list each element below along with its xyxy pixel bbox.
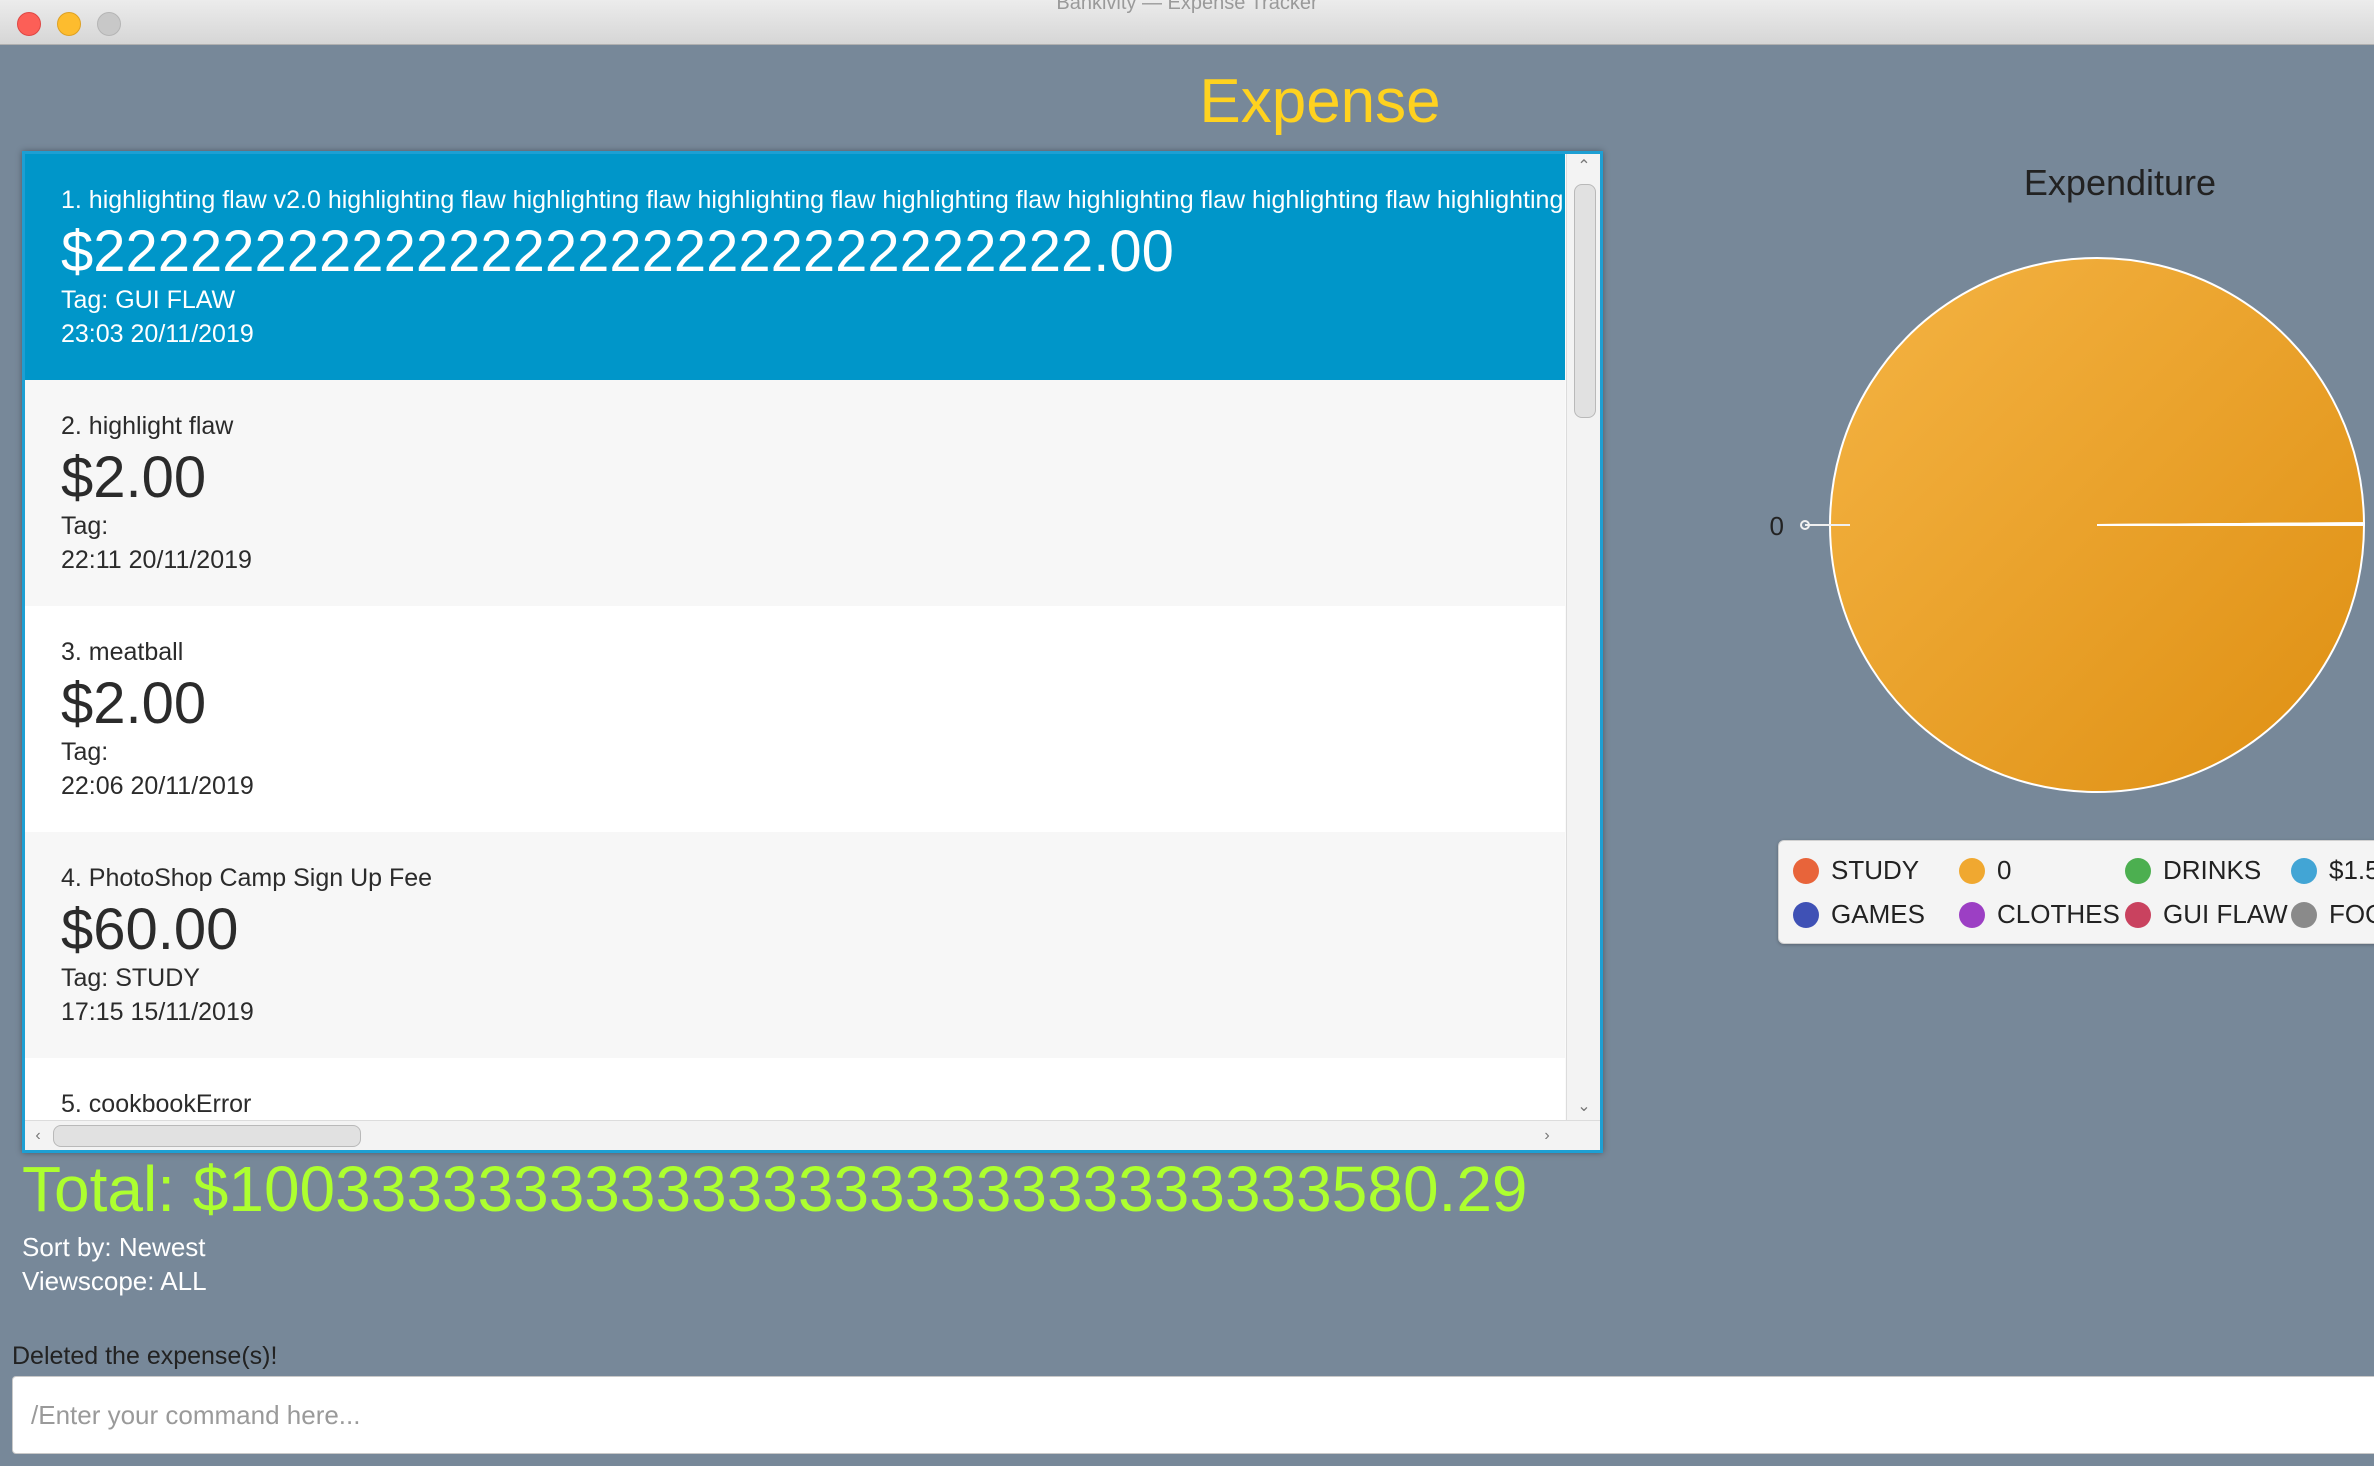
legend-dot (2125, 902, 2151, 928)
expense-tag: Tag: (61, 738, 109, 766)
expense-datetime: 17:15 15/11/2019 (61, 998, 254, 1026)
scroll-right-icon[interactable]: › (1534, 1121, 1560, 1150)
maximize-window-button[interactable] (97, 12, 121, 36)
expense-amount: $60.00 (61, 897, 239, 962)
expense-datetime: 22:06 20/11/2019 (61, 772, 254, 800)
legend-dot (1959, 858, 1985, 884)
command-input[interactable] (12, 1376, 2374, 1454)
expense-tag: Tag: STUDY (61, 964, 200, 992)
legend-label: DRINKS (2163, 855, 2262, 885)
expense-datetime: 23:03 20/11/2019 (61, 320, 254, 348)
result-message: Deleted the expense(s)! (12, 1342, 278, 1370)
expense-card[interactable]: 3. meatball $2.00 Tag: 22:06 20/11/2019 (25, 606, 1565, 832)
sort-status: Sort by: Newest (22, 1232, 206, 1262)
legend-dot (1793, 858, 1819, 884)
close-window-button[interactable] (17, 12, 41, 36)
chart-legend: STUDY 0 DRINKS $1.5 GAMES CLOTHES GUI FL… (1778, 840, 2374, 944)
legend-dot (2125, 858, 2151, 884)
legend-label: GAMES (1831, 899, 1925, 929)
chart-title: Expenditure (2023, 162, 2217, 203)
expense-datetime: 22:11 20/11/2019 (61, 546, 252, 574)
vertical-scroll-thumb[interactable] (1574, 184, 1596, 418)
expense-tag: Tag: GUI FLAW (61, 286, 236, 314)
horizontal-scroll-thumb[interactable] (53, 1125, 361, 1147)
pie-slices (1829, 257, 2366, 794)
title-bar: Bankivity — Expense Tracker (0, 0, 2374, 45)
expense-description: 5. cookbookError (61, 1090, 252, 1118)
expense-description: 4. PhotoShop Camp Sign Up Fee (61, 864, 433, 892)
vertical-scrollbar[interactable]: ⌃ ⌄ (1566, 154, 1600, 1120)
scroll-left-icon[interactable]: ‹ (25, 1121, 51, 1150)
total-amount: Total: $10033333333333333333333333333335… (22, 1153, 1528, 1225)
expense-list-viewport: 1. highlighting flaw v2.0 highlighting f… (25, 154, 1565, 1120)
expense-amount: $2.00 (61, 671, 207, 736)
expense-card[interactable]: 1. highlighting flaw v2.0 highlighting f… (25, 154, 1565, 380)
slice-label: 0 (1770, 511, 1784, 541)
expense-description: 2. highlight flaw (61, 412, 234, 440)
scroll-up-icon[interactable]: ⌃ (1567, 154, 1600, 180)
legend-label: GUI FLAW (2163, 899, 2288, 929)
expenditure-pie-chart: 0 (1770, 257, 2366, 794)
expense-amount: $2.00 (61, 445, 207, 510)
expense-card[interactable]: 4. PhotoShop Camp Sign Up Fee $60.00 Tag… (25, 832, 1565, 1058)
legend-dot (1959, 902, 1985, 928)
expense-card[interactable]: 2. highlight flaw $2.00 Tag: 22:11 20/11… (25, 380, 1565, 606)
expense-card[interactable]: 5. cookbookError (25, 1058, 1565, 1120)
expense-description: 1. highlighting flaw v2.0 highlighting f… (61, 186, 1565, 214)
viewscope-status: Viewscope: ALL (22, 1266, 207, 1296)
legend-label: $1.5 (2329, 855, 2374, 885)
expense-amount: $2222222222222222222222222222222.00 (61, 219, 1174, 284)
expense-list[interactable]: 1. highlighting flaw v2.0 highlighting f… (22, 151, 1603, 1153)
legend-dot (1793, 902, 1819, 928)
legend-label: CLOTHES (1997, 899, 2120, 929)
legend-label: 0 (1997, 855, 2012, 885)
legend-label: STUDY (1831, 855, 1920, 885)
page-title: Expense (1199, 67, 1441, 136)
scroll-down-icon[interactable]: ⌄ (1567, 1094, 1600, 1120)
legend-dot (2291, 858, 2317, 884)
minimize-window-button[interactable] (57, 12, 81, 36)
horizontal-scrollbar[interactable]: ‹ › (25, 1120, 1600, 1150)
legend-dot (2291, 902, 2317, 928)
expense-description: 3. meatball (61, 638, 184, 666)
expense-tag: Tag: (61, 512, 109, 540)
legend-label: FOOD (2329, 899, 2374, 929)
window-title: Bankivity — Expense Tracker (1056, 0, 1318, 14)
